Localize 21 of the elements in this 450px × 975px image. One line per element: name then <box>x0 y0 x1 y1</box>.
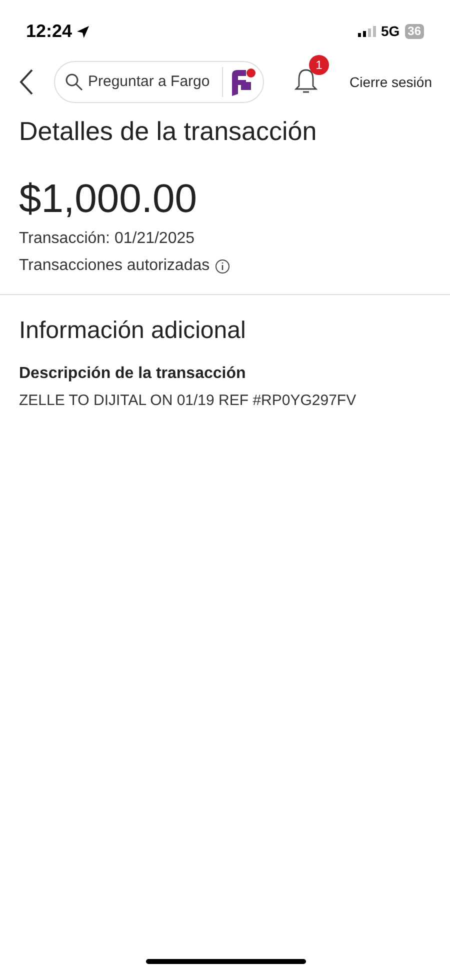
info-icon[interactable] <box>214 258 230 274</box>
clock-time: 12:24 <box>26 20 72 43</box>
logout-link[interactable]: Cierre sesión <box>350 72 432 92</box>
search-input[interactable]: Preguntar a Fargo <box>88 70 216 94</box>
signal-icon <box>358 26 376 37</box>
field-value: ZELLE TO DIJITAL ON 01/19 REF #RP0YG297FV <box>19 391 358 411</box>
network-label: 5G <box>380 22 400 41</box>
search-icon <box>65 73 83 91</box>
search-field[interactable]: Preguntar a Fargo <box>54 61 264 103</box>
transaction-amount: $1,000.00 <box>19 176 198 222</box>
status-text: Transacciones autorizadas <box>19 256 210 276</box>
transaction-date: Transacción: 01/21/2025 <box>19 229 196 249</box>
bell-icon[interactable] <box>294 67 318 95</box>
location-arrow-icon <box>76 24 90 38</box>
page-title: Detalles de la transacción <box>19 115 318 148</box>
back-icon[interactable] <box>18 68 34 96</box>
assistant-logo-icon[interactable] <box>229 67 257 97</box>
battery-indicator: 36 <box>404 24 424 39</box>
notification-badge: 1 <box>309 55 329 75</box>
field-label: Descripción de la transacción <box>19 364 247 384</box>
section-title: Información adicional <box>19 316 247 346</box>
